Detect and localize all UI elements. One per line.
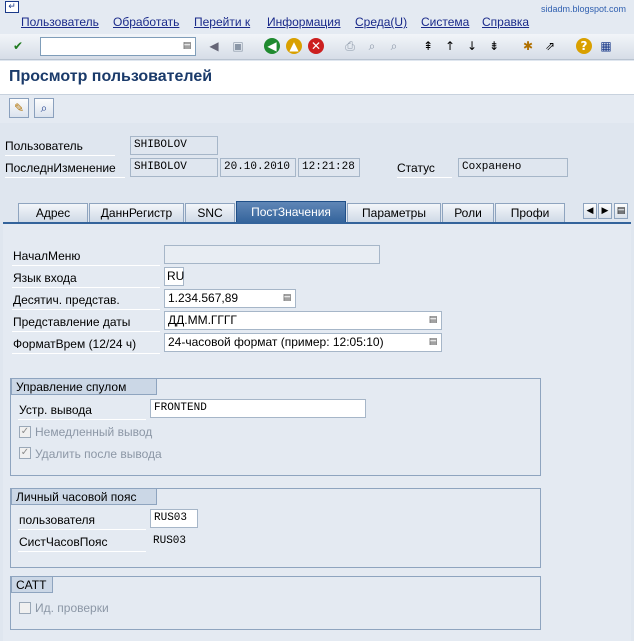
- status-label-underline: [397, 177, 452, 178]
- decimal-notation-underline: [12, 309, 160, 310]
- find-icon[interactable]: ⌕: [364, 38, 380, 54]
- test-status-label: Ид. проверки: [35, 601, 109, 615]
- menu-user[interactable]: Пользователь: [21, 15, 99, 29]
- system-timezone-value: RUS03: [153, 535, 187, 547]
- time-format-underline: [12, 353, 160, 354]
- user-label: Пользователь: [5, 139, 83, 153]
- history-arrow-icon[interactable]: ◀: [206, 38, 222, 54]
- time-format-label: ФорматВрем (12/24 ч): [13, 337, 137, 351]
- tab-scroll-left-icon[interactable]: ◀: [583, 203, 597, 219]
- next-page-icon[interactable]: ↓: [464, 38, 480, 54]
- timezone-group-title: Личный часовой пояс: [11, 488, 157, 505]
- shortcut-icon[interactable]: ⇗: [542, 38, 558, 54]
- history-dropdown-icon[interactable]: ▤: [182, 40, 192, 52]
- start-menu-label: НачалМеню: [13, 249, 81, 263]
- dropdown-icon[interactable]: ▤: [428, 336, 438, 348]
- application-toolbar: [0, 95, 634, 123]
- start-menu-underline: [12, 265, 160, 266]
- menu-help[interactable]: Справка: [482, 15, 529, 29]
- delete-after-output-checkbox[interactable]: ✓: [19, 447, 31, 459]
- cancel-icon[interactable]: ✕: [308, 38, 324, 54]
- time-format-select[interactable]: 24-часовой формат (пример: 12:05:10) ▤: [164, 333, 442, 352]
- delete-after-output-label: Удалить после вывода: [35, 447, 162, 461]
- tab-logon-data[interactable]: ДаннРегистр: [89, 203, 184, 223]
- menu-bar: ↵ Пользователь Обработать Перейти к Инфо…: [0, 0, 634, 34]
- status-field[interactable]: Сохранено: [458, 158, 568, 177]
- tab-snc[interactable]: SNC: [185, 203, 235, 223]
- tab-list-icon[interactable]: ▤: [614, 203, 628, 219]
- help-icon[interactable]: ?: [576, 38, 592, 54]
- menu-system[interactable]: Система: [421, 15, 469, 29]
- output-device-label: Устр. вывода: [19, 403, 92, 417]
- print-immediately-label: Немедленный вывод: [35, 425, 153, 439]
- change-icon[interactable]: ✎: [9, 98, 29, 118]
- test-status-checkbox[interactable]: [19, 602, 31, 614]
- output-device-field[interactable]: FRONTEND: [150, 399, 366, 418]
- watermark: sidadm.blogspot.com: [540, 4, 626, 14]
- previous-page-icon[interactable]: ↑: [442, 38, 458, 54]
- tab-parameters[interactable]: Параметры: [347, 203, 441, 223]
- system-timezone-underline: [18, 551, 146, 552]
- logon-language-label: Язык входа: [13, 271, 77, 285]
- spool-group-title: Управление спулом: [11, 378, 157, 395]
- tab-address[interactable]: Адрес: [18, 203, 88, 223]
- page-title: Просмотр пользователей: [9, 68, 213, 85]
- tab-scroll-right-icon[interactable]: ▶: [598, 203, 612, 219]
- display-icon[interactable]: ⌕: [34, 98, 54, 118]
- start-menu-field[interactable]: [164, 245, 380, 264]
- last-changed-underline: [5, 177, 125, 178]
- changed-by-field[interactable]: SHIBOLOV: [130, 158, 218, 177]
- date-format-label: Представление даты: [13, 315, 131, 329]
- user-label-underline: [5, 155, 115, 156]
- decimal-notation-label: Десятич. представ.: [13, 293, 120, 307]
- catt-group-title: CATT: [11, 576, 53, 593]
- enter-icon[interactable]: ✔: [10, 38, 26, 54]
- command-field[interactable]: ▤: [40, 37, 196, 56]
- decimal-notation-value: 1.234.567,89: [168, 291, 239, 305]
- tab-roles[interactable]: Роли: [442, 203, 494, 223]
- save-icon[interactable]: ▣: [230, 38, 246, 54]
- layout-menu-icon[interactable]: ▦: [598, 38, 614, 54]
- date-format-select[interactable]: ДД.ММ.ГГГГ ▤: [164, 311, 442, 330]
- tab-profiles[interactable]: Профи: [495, 203, 565, 223]
- status-label: Статус: [397, 161, 435, 175]
- new-session-icon[interactable]: ✱: [520, 38, 536, 54]
- title-bar: Просмотр пользователей: [0, 61, 634, 95]
- changed-time-field[interactable]: 12:21:28: [298, 158, 360, 177]
- menu-info[interactable]: Информация: [267, 15, 340, 29]
- user-field[interactable]: SHIBOLOV: [130, 136, 218, 155]
- logon-language-field[interactable]: RU: [164, 267, 184, 286]
- decimal-notation-select[interactable]: 1.234.567,89 ▤: [164, 289, 296, 308]
- user-timezone-underline: [18, 529, 146, 530]
- last-page-icon[interactable]: ⇟: [486, 38, 502, 54]
- output-device-underline: [18, 419, 146, 420]
- user-timezone-field[interactable]: RUS03: [150, 509, 198, 528]
- print-immediately-checkbox[interactable]: ✓: [19, 426, 31, 438]
- find-next-icon[interactable]: ⌕: [386, 38, 402, 54]
- window-menu-icon[interactable]: ↵: [5, 1, 19, 13]
- logon-language-underline: [12, 287, 160, 288]
- changed-date-field[interactable]: 20.10.2010: [220, 158, 296, 177]
- date-format-value: ДД.ММ.ГГГГ: [168, 313, 237, 327]
- user-timezone-label: пользователя: [19, 513, 95, 527]
- first-page-icon[interactable]: ⇞: [420, 38, 436, 54]
- menu-edit[interactable]: Обработать: [113, 15, 179, 29]
- tab-defaults[interactable]: ПостЗначения: [236, 201, 346, 223]
- system-timezone-label: СистЧасовПояс: [19, 535, 108, 549]
- dropdown-icon[interactable]: ▤: [282, 292, 292, 304]
- exit-icon[interactable]: ▲: [286, 38, 302, 54]
- last-changed-label: ПоследнИзменение: [5, 161, 116, 175]
- menu-goto[interactable]: Перейти к: [194, 15, 250, 29]
- date-format-underline: [12, 331, 160, 332]
- menu-environment[interactable]: Среда(U): [355, 15, 407, 29]
- dropdown-icon[interactable]: ▤: [428, 314, 438, 326]
- back-icon[interactable]: ◀: [264, 38, 280, 54]
- time-format-value: 24-часовой формат (пример: 12:05:10): [168, 335, 384, 349]
- print-icon[interactable]: ⎙: [342, 38, 358, 54]
